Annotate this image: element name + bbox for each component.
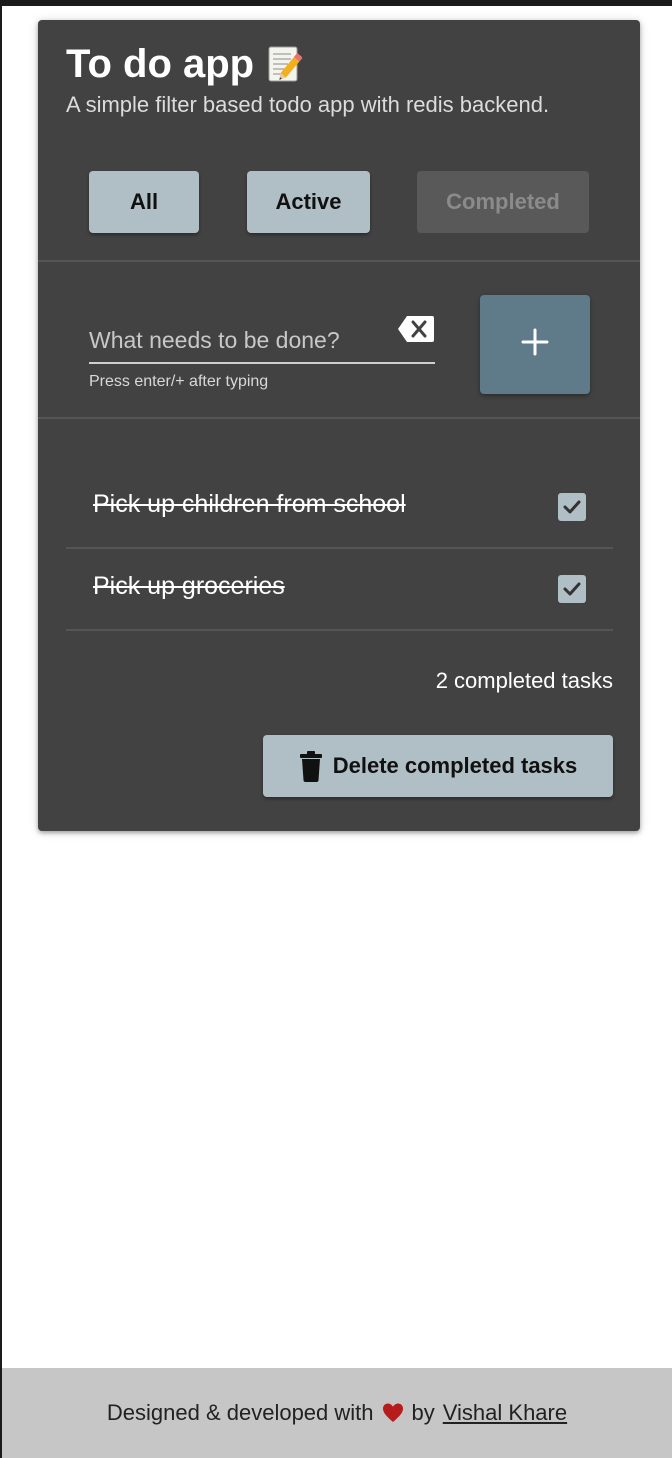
task-input[interactable]: [89, 320, 389, 360]
task-item: Pick up children from school: [66, 467, 613, 549]
task-list: Pick up children from school Pick up gro…: [66, 467, 613, 631]
footer-text: Designed & developed with: [106, 1400, 374, 1425]
app-subtitle: A simple filter based todo app with redi…: [66, 92, 550, 117]
add-task-button[interactable]: [480, 295, 590, 394]
heart-icon: [382, 1402, 404, 1424]
app-viewport: To do app A simple filter based todo app…: [0, 0, 672, 1458]
filter-group: All Active Completed: [38, 171, 640, 233]
footer-by-text: by: [411, 1400, 435, 1425]
task-label[interactable]: Pick up children from school: [93, 490, 406, 519]
filter-all-button[interactable]: All: [89, 171, 199, 233]
divider: [38, 417, 640, 419]
task-input-wrapper: [89, 316, 435, 364]
input-helper-text: Press enter/+ after typing: [89, 373, 269, 390]
task-item: Pick up groceries: [66, 549, 613, 631]
task-label[interactable]: Pick up groceries: [93, 572, 285, 601]
plus-icon: [521, 328, 549, 361]
title-row: To do app: [66, 40, 303, 88]
author-link[interactable]: Vishal Khare: [443, 1400, 567, 1426]
memo-icon: [266, 44, 303, 84]
check-icon: [563, 582, 581, 596]
check-icon: [563, 500, 581, 514]
trash-icon: [299, 750, 323, 782]
divider: [38, 260, 640, 262]
filter-active-button[interactable]: Active: [247, 171, 370, 233]
top-border: [2, 0, 672, 6]
backspace-icon[interactable]: [397, 314, 435, 344]
delete-button-label: Delete completed tasks: [332, 753, 578, 778]
task-checkbox[interactable]: [558, 575, 586, 603]
delete-completed-button[interactable]: Delete completed tasks: [263, 735, 613, 797]
footer: Designed & developed with by Vishal Khar…: [2, 1368, 672, 1458]
filter-completed-button[interactable]: Completed: [417, 171, 589, 233]
page-title: To do app: [66, 42, 255, 86]
completed-count: 2 completed tasks: [435, 668, 613, 693]
task-checkbox[interactable]: [558, 493, 586, 521]
todo-card: To do app A simple filter based todo app…: [38, 20, 640, 831]
